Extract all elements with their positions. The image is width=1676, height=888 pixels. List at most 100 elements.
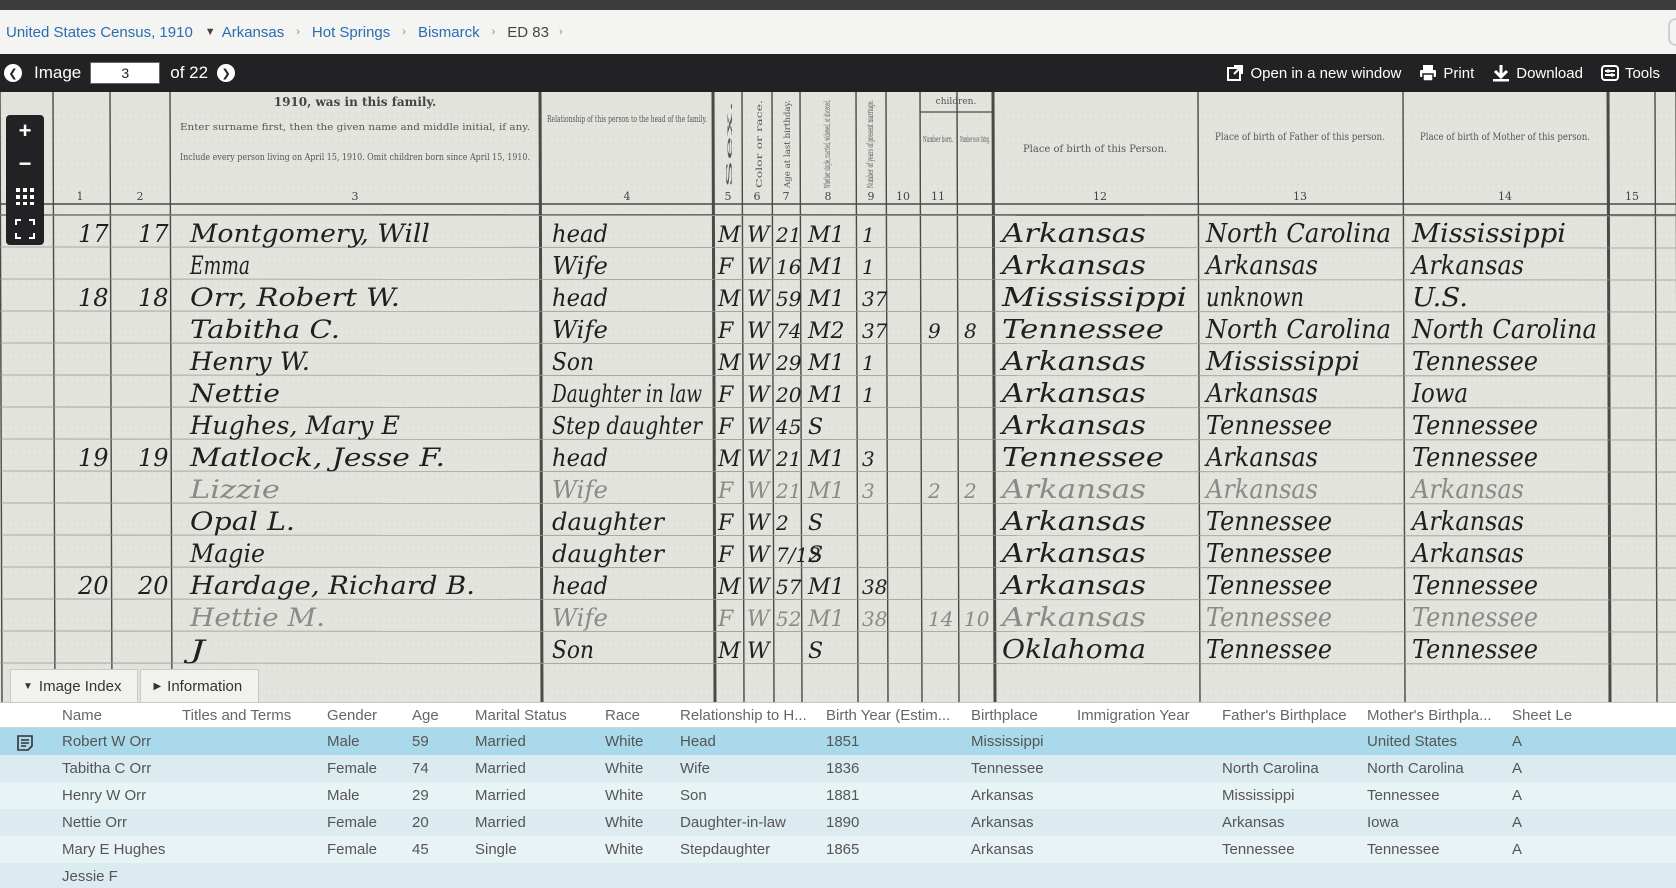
column-header[interactable]: Name [62,703,102,728]
handwritten-years-married: 37 [862,319,888,343]
table-row[interactable]: Nettie Orr Female 20 Married White Daughter-i… [0,809,1676,836]
breadcrumb-collection[interactable]: United States Census, 1910 [6,24,193,41]
cell-race: White [605,733,644,750]
print-button[interactable]: Print [1419,64,1474,82]
handwritten-race: W [747,351,772,376]
handwritten-dwelling: 18 [78,284,109,312]
breadcrumb-more-icon[interactable]: › [559,26,563,38]
fullscreen-button[interactable] [10,215,40,243]
census-image[interactable]: 1 2 3 4 5 6 7 8 9 10 11 12 13 14 15 1910, was in this f… [0,92,1676,702]
tab-information[interactable]: ▶ Information [140,669,260,703]
record-detail-icon[interactable] [16,734,34,752]
handwritten-years-married: 1 [862,383,875,407]
previous-image-button[interactable]: ❮ [4,64,22,82]
handwritten-marital: M1 [807,255,845,280]
cell-marital: Married [475,760,526,777]
handwritten-relationship: Wife [552,252,608,280]
column-header[interactable]: Race [605,703,640,728]
column-header[interactable]: Marital Status [475,703,567,728]
handwritten-father-birthplace: Arkansas [1204,475,1318,505]
zoom-in-button[interactable]: + [10,117,40,145]
handwritten-years-married: 1 [862,351,875,375]
column-header[interactable]: Age [412,703,439,728]
tools-button[interactable]: Tools [1600,64,1660,82]
cell-birthplace: Arkansas [971,841,1034,858]
handwritten-name: Magie [189,539,265,568]
handwritten-years-married: 1 [862,223,875,247]
handwritten-age: 57 [776,575,802,599]
handwritten-name: Hughes, Mary E [189,411,400,440]
handwritten-birthplace: Oklahoma [1002,635,1146,665]
form-column-number: 2 [137,190,144,203]
cell-relationship: Daughter-in-law [680,814,786,831]
table-row[interactable]: Jessie F [0,863,1676,888]
handwritten-mother-birthplace: Arkansas [1410,251,1524,281]
handwritten-sex: F [717,383,734,408]
handwritten-age: 74 [776,319,801,343]
cell-name: Tabitha C Orr [62,760,152,777]
grid-view-button[interactable] [10,182,40,210]
column-header[interactable]: Mother's Birthpla... [1367,703,1492,728]
collection-dropdown-icon[interactable]: ▼ [205,26,216,38]
open-new-window-label: Open in a new window [1250,64,1402,82]
cell-age: 45 [412,841,429,858]
handwritten-name: Henry W. [189,347,310,376]
download-button[interactable]: Download [1492,64,1583,82]
zoom-out-button[interactable]: − [10,150,40,178]
next-image-button[interactable]: ❯ [217,64,236,82]
image-number-input[interactable] [90,62,161,84]
handwritten-family: 19 [138,444,169,472]
cell-marital: Married [475,733,526,750]
breadcrumb-township[interactable]: Bismarck [418,24,480,41]
handwritten-age: 59 [776,287,802,311]
column-header[interactable]: Relationship to H... [680,703,807,728]
table-row[interactable]: Tabitha C Orr Female 74 Married White Wife 183… [0,755,1676,782]
column-header[interactable]: Birth Year (Estim... [826,703,950,728]
handwritten-race: W [747,447,772,472]
handwritten-name: Lizzie [189,475,280,504]
form-header-num-born: Number born. [923,135,953,144]
form-column-line [711,92,717,702]
handwritten-father-birthplace: Tennessee [1206,539,1332,569]
column-header[interactable]: Birthplace [971,703,1038,728]
tab-image-index[interactable]: ▼ Image Index [10,669,139,703]
column-header[interactable]: Sheet Le [1512,703,1572,728]
column-header[interactable]: Gender [327,703,377,728]
handwritten-father-birthplace: Tennessee [1206,507,1332,537]
zoom-controls: + − [6,115,44,245]
cell-gender: Female [327,814,378,831]
cell-mother-bp: North Carolina [1367,760,1464,777]
handwritten-mother-birthplace: Tennessee [1412,443,1538,473]
form-column-number: 3 [352,190,359,203]
cell-relationship: Stepdaughter [680,841,771,858]
handwritten-sex: M [717,223,741,248]
cell-mother-bp: Tennessee [1367,787,1440,804]
table-row[interactable]: Henry W Orr Male 29 Married White Son 1881 Arka… [0,782,1676,809]
column-header[interactable]: Immigration Year [1077,703,1190,728]
cell-birth-year: 1881 [826,787,860,804]
side-panel-handle[interactable] [1668,18,1676,46]
column-header[interactable]: Titles and Terms [182,703,291,728]
cell-age: 59 [412,733,429,750]
breadcrumb: United States Census, 1910 ▼ Arkansas › … [0,10,1676,54]
table-row[interactable]: Mary E Hughes Female 45 Single White Stepdaug… [0,836,1676,863]
handwritten-birthplace: Arkansas [1000,603,1146,633]
handwritten-father-birthplace: Arkansas [1204,251,1318,281]
form-header-include: Include every person living on April 15,… [180,153,530,163]
breadcrumb-state[interactable]: Arkansas [222,24,285,41]
column-header[interactable]: Father's Birthplace [1222,703,1347,728]
handwritten-race: W [747,223,772,248]
cell-marital: Married [475,787,526,804]
download-label: Download [1516,64,1583,82]
handwritten-race: W [747,511,772,536]
handwritten-relationship: head [552,572,608,600]
form-column-line [991,92,997,702]
open-new-window-button[interactable]: Open in a new window [1226,64,1401,82]
cell-birth-year: 1890 [826,814,860,831]
breadcrumb-county[interactable]: Hot Springs [312,24,390,41]
cell-name: Nettie Orr [62,814,128,831]
cell-relationship: Wife [680,760,710,777]
image-label: Image [34,63,82,82]
form-column-number: 15 [1625,190,1639,203]
table-row[interactable]: Robert W Orr Male 59 Married White Head 1851 Mi… [0,728,1676,755]
